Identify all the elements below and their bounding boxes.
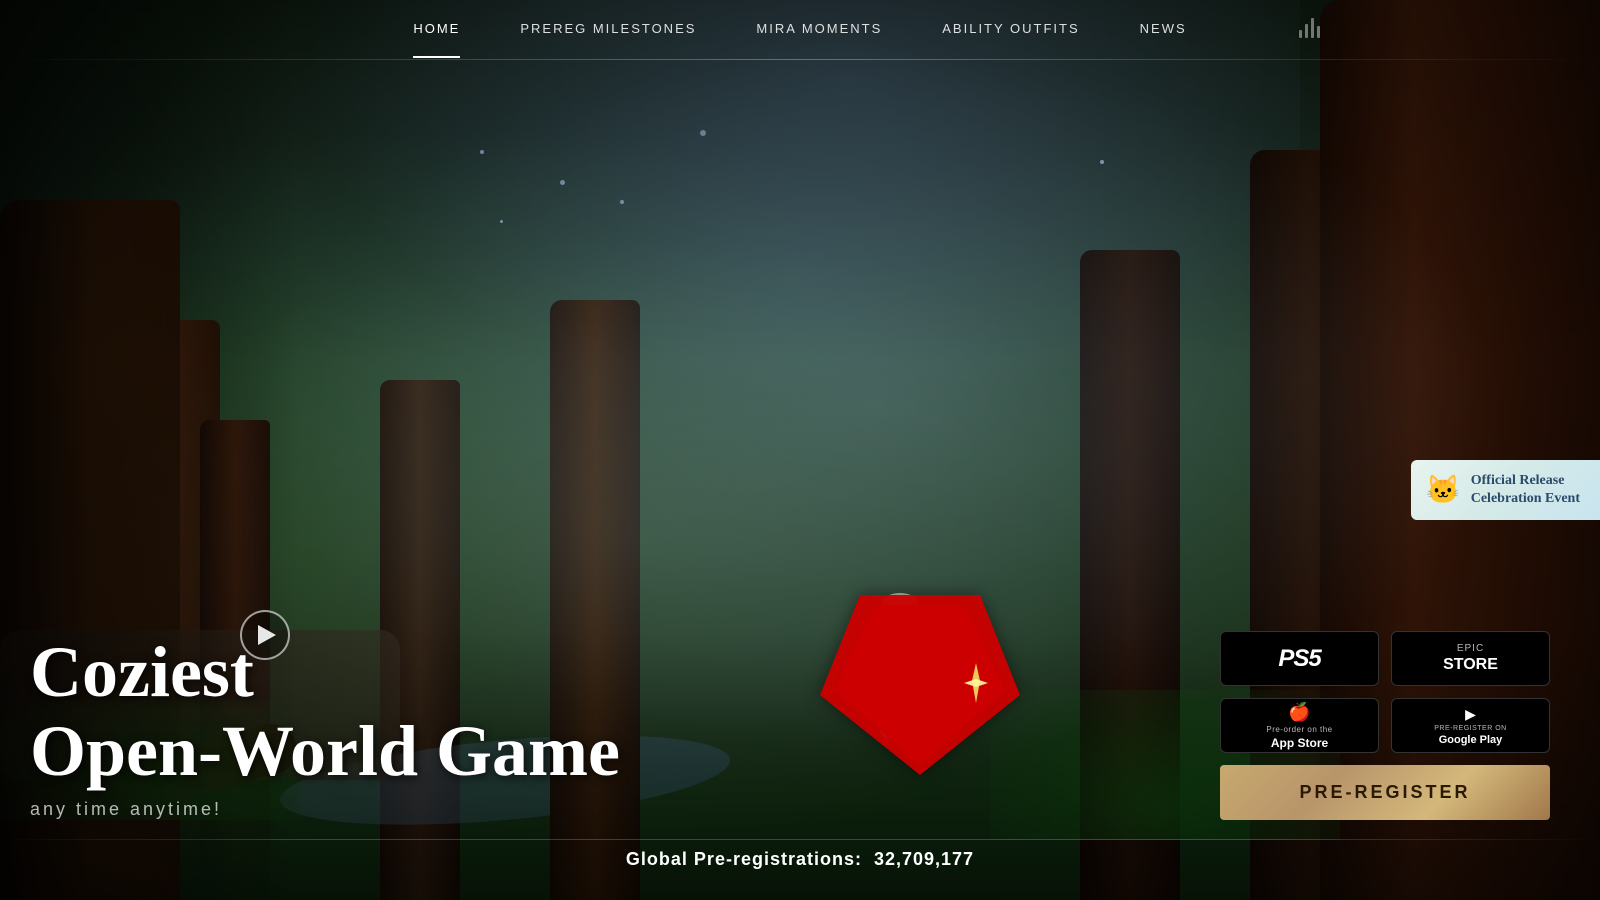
epic-store-label: STORE (1443, 656, 1498, 674)
appstore-button[interactable]: 🍎 Pre-order on the App Store (1220, 698, 1379, 753)
nav-ability[interactable]: ABILITY OUTFITS (942, 21, 1079, 40)
bottom-divider (0, 839, 1600, 840)
hero-title-line1: Coziest (30, 633, 620, 712)
release-banner-text: Official Release Celebration Event (1471, 472, 1580, 508)
nav-mira[interactable]: MIRA MOMENTS (756, 21, 882, 40)
red-arrow (820, 575, 1020, 780)
ps5-text: PS5 (1278, 645, 1320, 673)
appstore-label-top: Pre-order on the (1266, 725, 1332, 734)
apple-icon: 🍎 (1288, 702, 1310, 723)
nav-home[interactable]: HOME (413, 21, 460, 40)
store-row-bottom: 🍎 Pre-order on the App Store ▶ PRE-REGIS… (1220, 698, 1550, 753)
diamond-sparkle (964, 663, 988, 708)
googleplay-label: Google Play (1439, 734, 1503, 746)
store-buttons: PS5 EPIC STORE 🍎 Pre-order on the App St… (1220, 631, 1550, 820)
release-banner[interactable]: 🐱 Official Release Celebration Event (1411, 460, 1600, 520)
epic-label-top: EPIC (1457, 643, 1484, 654)
hero-title: Coziest Open-World Game (30, 633, 620, 791)
appstore-label: App Store (1271, 736, 1328, 750)
play-button[interactable] (240, 610, 290, 660)
hero-title-line2: Open-World Game (30, 712, 620, 791)
store-row-top: PS5 EPIC STORE (1220, 631, 1550, 686)
release-banner-icon: 🐱 (1426, 473, 1461, 507)
nav-underline (0, 59, 1600, 60)
nav-news[interactable]: NEWS (1140, 21, 1187, 40)
release-banner-line1: Official Release (1471, 472, 1580, 490)
hero-content: Coziest Open-World Game any time anytime… (0, 633, 620, 820)
hero-subtitle: any time anytime! (30, 799, 620, 820)
main-nav: HOME PREREG MILESTONES MIRA MOMENTS ABIL… (0, 0, 1600, 60)
epic-button[interactable]: EPIC STORE (1391, 631, 1550, 686)
ps5-button[interactable]: PS5 (1220, 631, 1379, 686)
googleplay-label-top: PRE-REGISTER ON (1434, 725, 1506, 732)
nav-prereg[interactable]: PREREG MILESTONES (520, 21, 696, 40)
gplay-icon: ▶ (1465, 706, 1476, 723)
prereg-count: Global Pre-registrations: 32,709,177 (626, 849, 974, 870)
release-banner-line2: Celebration Event (1471, 490, 1580, 508)
googleplay-button[interactable]: ▶ PRE-REGISTER ON Google Play (1391, 698, 1550, 753)
pre-register-button[interactable]: PRE-REGISTER (1220, 765, 1550, 820)
